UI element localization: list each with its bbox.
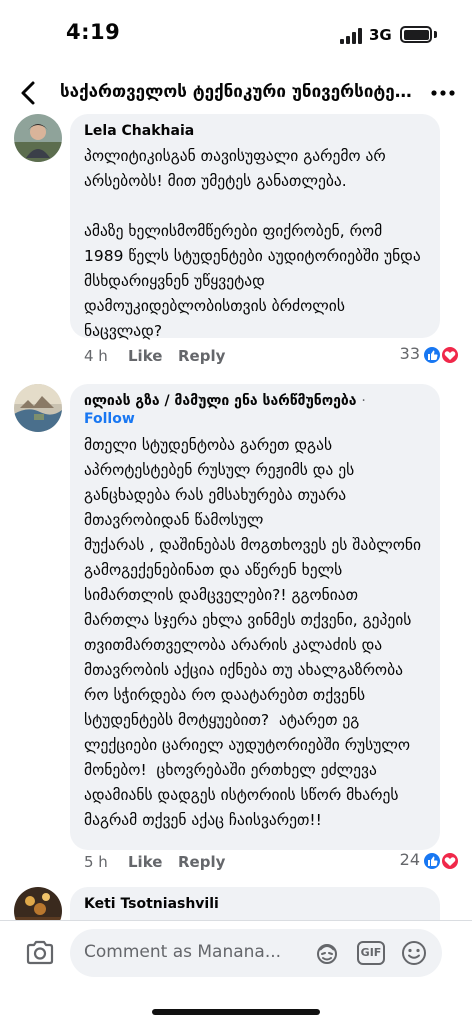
heart-icon [440, 851, 460, 871]
reply-button[interactable]: Reply [178, 347, 225, 365]
comment-author-name[interactable]: ილიას გზა / მამული ენა სარწმუნოება [84, 393, 357, 409]
comment-placeholder: Comment as Manana... [84, 942, 282, 962]
comments-list: Lela Chakhaia პოლიტიკისგან თავისუფალი გა… [0, 114, 472, 920]
network-type: 3G [369, 26, 392, 44]
reactions-summary[interactable]: 24 [382, 850, 462, 872]
comment-bubble: Keti Tsotniashvili [70, 887, 440, 920]
comment-text: მთელი სტუდენტობა გარეთ დგას აპროტესტებენ… [84, 436, 422, 829]
thumbs-up-icon [422, 345, 442, 365]
battery-icon [400, 26, 432, 43]
camera-icon[interactable] [24, 937, 56, 969]
comment-author[interactable]: Keti Tsotniashvili [84, 895, 426, 913]
comment-input[interactable]: Comment as Manana... GIF [70, 929, 442, 977]
status-bar: 4:19 3G [0, 0, 472, 70]
avatar[interactable] [14, 887, 62, 920]
comment-bubble: ილიას გზა / მამული ენა სარწმუნოება · Fol… [70, 384, 440, 850]
home-indicator[interactable] [152, 1009, 320, 1015]
comment-time: 4 h [84, 347, 108, 365]
more-horizontal-icon[interactable] [430, 80, 456, 106]
follow-button[interactable]: Follow [84, 410, 426, 429]
chevron-left-icon[interactable] [14, 78, 44, 108]
avatar-sticker-icon[interactable] [314, 941, 340, 965]
header: საქართველოს ტექნიკური უნივერსიტეტ... [0, 70, 472, 116]
avatar[interactable] [14, 384, 62, 432]
comment-bubble: Lela Chakhaia პოლიტიკისგან თავისუფალი გა… [70, 114, 440, 340]
reply-button[interactable]: Reply [178, 853, 225, 871]
status-time: 4:19 [66, 20, 121, 44]
comment-author[interactable]: Lela Chakhaia [84, 122, 426, 140]
separator-dot: · [361, 393, 366, 409]
battery-cap [434, 31, 437, 38]
compose-bar: Comment as Manana... GIF [0, 920, 472, 1024]
like-button[interactable]: Like [128, 853, 162, 871]
signal-icon [340, 28, 362, 44]
thumbs-up-icon [422, 851, 442, 871]
reactions-summary[interactable]: 33 [382, 344, 462, 366]
comment-author: ილიას გზა / მამული ენა სარწმუნოება · [84, 392, 426, 410]
comment-text: პოლიტიკისგან თავისუფალი გარემო არ არსებო… [84, 147, 421, 340]
emoji-icon[interactable] [400, 939, 428, 967]
like-button[interactable]: Like [128, 347, 162, 365]
comment-time: 5 h [84, 853, 108, 871]
reaction-count: 33 [399, 344, 420, 363]
gif-button[interactable]: GIF [357, 941, 385, 965]
page-title: საქართველოს ტექნიკური უნივერსიტეტ... [60, 82, 415, 102]
heart-icon [440, 345, 460, 365]
avatar[interactable] [14, 114, 62, 162]
reaction-count: 24 [399, 850, 420, 869]
